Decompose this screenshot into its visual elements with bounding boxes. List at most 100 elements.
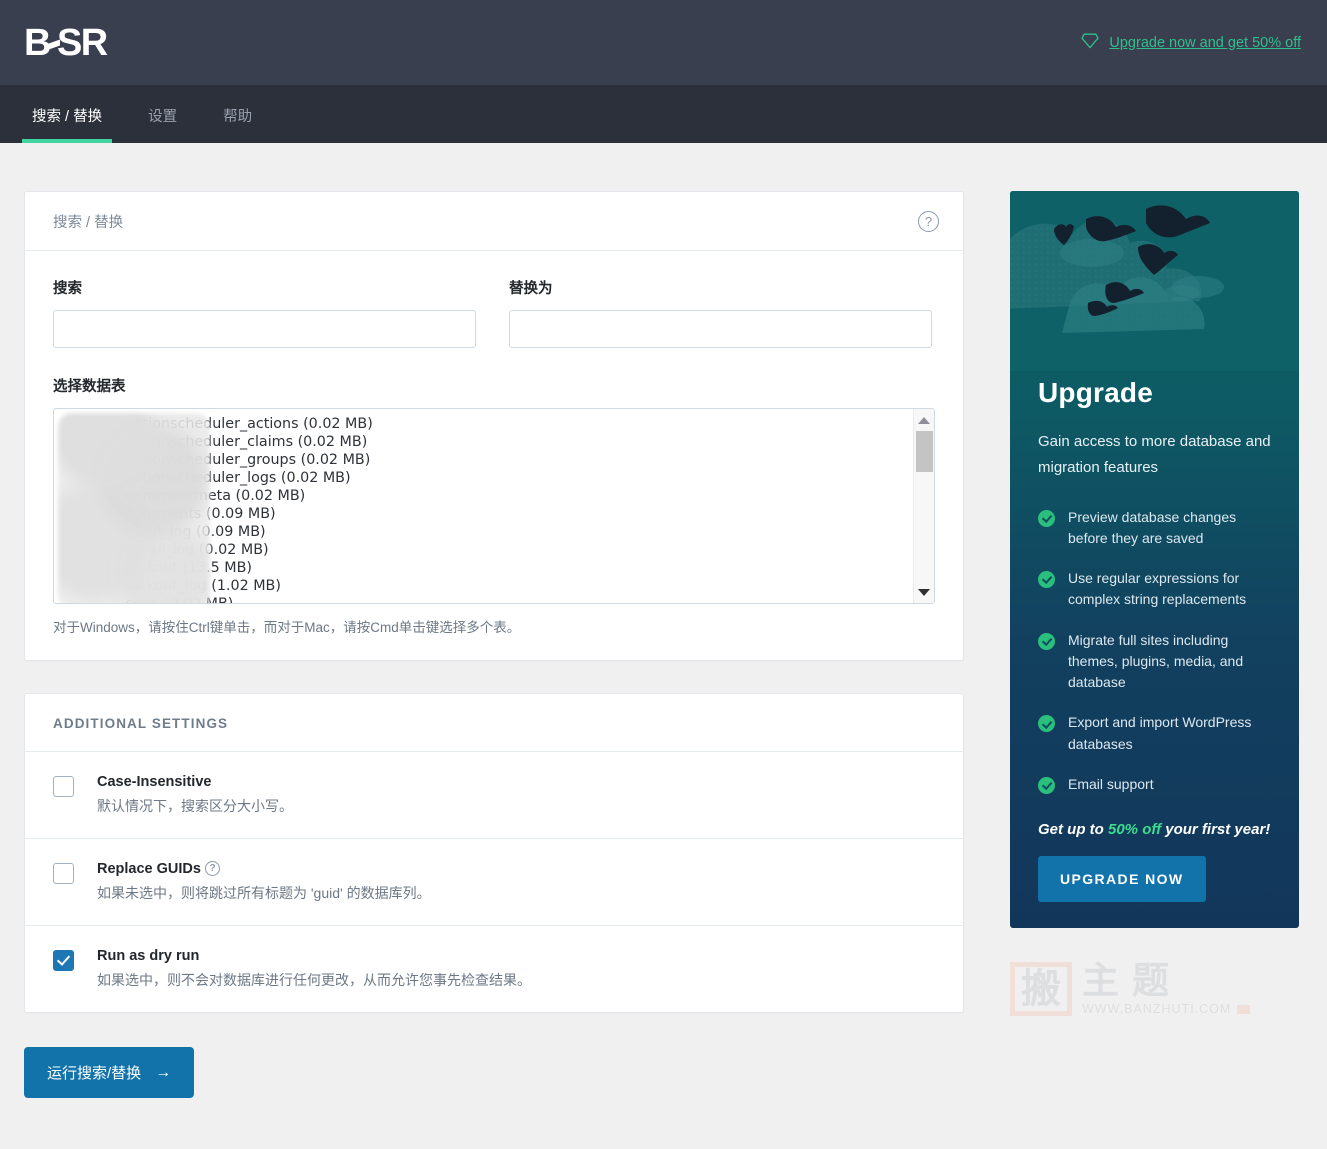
table-option[interactable]: lockout_log (1.02 MB) xyxy=(54,577,912,595)
promo-offer-highlight: 50% off xyxy=(1108,821,1162,839)
nav-tabs: 搜索 / 替换 设置 帮助 xyxy=(0,85,1327,143)
additional-settings-title: ADDITIONAL SETTINGS xyxy=(25,694,963,752)
table-option[interactable]: audit_log (0.09 MB) xyxy=(54,523,912,541)
select-tables-group: 选择数据表 actionscheduler_actions (0.02 MB) a… xyxy=(53,375,935,636)
promo-feature-label: Use regular expressions for complex stri… xyxy=(1068,570,1247,608)
promo-feature-item: Email support xyxy=(1038,774,1271,795)
replace-label: 替换为 xyxy=(509,281,553,297)
promo-offer-text: Get up to 50% off your first year! xyxy=(1038,821,1271,838)
select-tables-label: 选择数据表 xyxy=(53,379,126,395)
replace-guids-description: 如果未选中，则将跳过所有标题为 'guid' 的数据库列。 xyxy=(97,885,431,901)
promo-offer-suffix: your first year! xyxy=(1161,821,1271,839)
tab-search-replace-label: 搜索 / 替换 xyxy=(32,109,103,125)
replace-guids-label: Replace GUIDs ? xyxy=(97,860,431,877)
search-input[interactable] xyxy=(53,310,476,348)
run-search-replace-label: 运行搜索/替换 xyxy=(47,1065,142,1082)
promo-feature-item: Export and import WordPress databases xyxy=(1038,712,1271,755)
replace-field-group: 替换为 xyxy=(509,277,932,348)
table-option[interactable]: commentmeta (0.02 MB) xyxy=(54,487,912,505)
table-option[interactable]: email_log (0.02 MB) xyxy=(54,541,912,559)
table-option[interactable]: comments (0.09 MB) xyxy=(54,505,912,523)
replace-input[interactable] xyxy=(509,310,932,348)
promo-feature-item: Migrate full sites including themes, plu… xyxy=(1038,630,1271,694)
caret-up-icon[interactable] xyxy=(914,411,934,429)
table-option[interactable]: scan (0.02 MB) xyxy=(54,595,912,603)
upgrade-now-link[interactable]: Upgrade now and get 50% off xyxy=(1081,33,1301,53)
table-option[interactable]: actionscheduler_claims (0.02 MB) xyxy=(54,433,912,451)
promo-title: Upgrade xyxy=(1038,377,1153,408)
check-circle-icon xyxy=(1038,632,1055,650)
setting-row-dry-run: Run as dry run 如果选中，则不会对数据库进行任何更改，从而允许您事… xyxy=(25,926,963,1012)
promo-offer-prefix: Get up to xyxy=(1038,821,1108,839)
case-insensitive-label: Case-Insensitive xyxy=(97,774,212,790)
promo-feature-label: Email support xyxy=(1068,775,1154,792)
side-column: Upgrade Gain access to more database and… xyxy=(1010,191,1299,1017)
arrow-right-icon: → xyxy=(155,1063,172,1081)
setting-row-replace-guids: Replace GUIDs ? 如果未选中，则将跳过所有标题为 'guid' 的… xyxy=(25,839,963,926)
watermark-title: 主题 xyxy=(1082,959,1182,1003)
case-insensitive-checkbox[interactable] xyxy=(53,776,74,797)
case-insensitive-text: Case-Insensitive 默认情况下，搜索区分大小写。 xyxy=(97,774,293,816)
tab-settings[interactable]: 设置 xyxy=(138,105,187,143)
search-replace-card: 搜索 / 替换 ? 搜索 替换为 选择数据表 actionscheduler_a… xyxy=(24,191,964,661)
question-circle-icon[interactable]: ? xyxy=(918,211,939,232)
additional-settings-card: ADDITIONAL SETTINGS Case-Insensitive 默认情… xyxy=(24,693,964,1013)
watermark-url: WWW.BANZHUTI.COM xyxy=(1082,1002,1232,1017)
case-insensitive-description: 默认情况下，搜索区分大小写。 xyxy=(97,798,293,814)
dry-run-text: Run as dry run 如果选中，则不会对数据库进行任何更改，从而允许您事… xyxy=(97,948,531,990)
search-replace-fields: 搜索 替换为 xyxy=(53,277,935,348)
replace-guids-label-text: Replace GUIDs xyxy=(97,861,201,877)
tab-help-label: 帮助 xyxy=(223,109,253,125)
search-field-group: 搜索 xyxy=(53,277,476,348)
caret-down-icon[interactable] xyxy=(914,583,934,601)
tables-scrollbar[interactable] xyxy=(913,409,934,603)
search-label: 搜索 xyxy=(53,281,82,297)
upgrade-now-button[interactable]: UPGRADE NOW xyxy=(1038,856,1206,903)
select-tables-hint: 对于Windows，请按住Ctrl键单击，而对于Mac，请按Cmd单击键选择多个… xyxy=(53,620,521,635)
dry-run-label: Run as dry run xyxy=(97,948,200,964)
search-replace-card-header: 搜索 / 替换 ? xyxy=(25,192,963,251)
logo-text-b: B xyxy=(24,21,51,64)
table-option[interactable]: actionscheduler_actions (0.02 MB) xyxy=(54,415,912,433)
watermark-text-group: 主题 WWW.BANZHUTI.COM xyxy=(1082,959,1251,1017)
watermark-square-icon xyxy=(1237,1004,1251,1014)
promo-feature-label: Migrate full sites including themes, plu… xyxy=(1068,631,1244,691)
table-options-list[interactable]: actionscheduler_actions (0.02 MB) actions… xyxy=(54,409,912,603)
diamond-icon xyxy=(1081,33,1100,53)
tab-help[interactable]: 帮助 xyxy=(213,105,262,143)
main-column: 搜索 / 替换 ? 搜索 替换为 选择数据表 actionscheduler_a… xyxy=(24,191,964,1098)
promo-feature-label: Preview database changes before they are… xyxy=(1068,508,1237,546)
replace-guids-text: Replace GUIDs ? 如果未选中，则将跳过所有标题为 'guid' 的… xyxy=(97,860,431,903)
scrollbar-thumb[interactable] xyxy=(916,431,933,472)
table-option[interactable]: actionscheduler_logs (0.02 MB) xyxy=(54,469,912,487)
page-content: 搜索 / 替换 ? 搜索 替换为 选择数据表 actionscheduler_a… xyxy=(0,143,1327,1098)
question-circle-icon[interactable]: ? xyxy=(205,860,220,876)
top-bar: B SR Upgrade now and get 50% off xyxy=(0,0,1327,85)
search-replace-card-body: 搜索 替换为 选择数据表 actionscheduler_actions (0.… xyxy=(25,251,963,660)
check-circle-icon xyxy=(1038,715,1055,733)
upgrade-promo-panel: Upgrade Gain access to more database and… xyxy=(1010,191,1299,929)
replace-guids-checkbox[interactable] xyxy=(53,863,74,884)
table-option[interactable]: lockout (13.5 MB) xyxy=(54,559,912,577)
card-title: 搜索 / 替换 xyxy=(53,215,124,231)
table-option[interactable]: actionscheduler_groups (0.02 MB) xyxy=(54,451,912,469)
promo-feature-label: Export and import WordPress databases xyxy=(1068,714,1252,752)
tab-search-replace[interactable]: 搜索 / 替换 xyxy=(22,105,113,143)
promo-feature-item: Use regular expressions for complex stri… xyxy=(1038,568,1271,611)
select-tables-listbox[interactable]: actionscheduler_actions (0.02 MB) actions… xyxy=(53,408,935,604)
dry-run-description: 如果选中，则不会对数据库进行任何更改，从而允许您事先检查结果。 xyxy=(97,972,531,988)
check-circle-icon xyxy=(1038,509,1055,527)
site-watermark: 搬 主题 WWW.BANZHUTI.COM xyxy=(1010,959,1299,1017)
promo-subtitle: Gain access to more database and migrati… xyxy=(1038,433,1271,476)
watermark-url-row: WWW.BANZHUTI.COM xyxy=(1082,1002,1251,1017)
logo-text-sr: SR xyxy=(56,21,108,64)
upgrade-link-label: Upgrade now and get 50% off xyxy=(1109,34,1301,51)
birds-and-clouds-illustration xyxy=(1010,191,1299,371)
dry-run-checkbox[interactable] xyxy=(53,950,74,971)
app-logo: B SR xyxy=(24,21,108,64)
setting-row-case-insensitive: Case-Insensitive 默认情况下，搜索区分大小写。 xyxy=(25,752,963,839)
run-search-replace-button[interactable]: 运行搜索/替换 → xyxy=(24,1047,195,1098)
tab-settings-label: 设置 xyxy=(148,109,178,125)
promo-feature-item: Preview database changes before they are… xyxy=(1038,507,1271,550)
watermark-stamp: 搬 xyxy=(1010,962,1072,1017)
